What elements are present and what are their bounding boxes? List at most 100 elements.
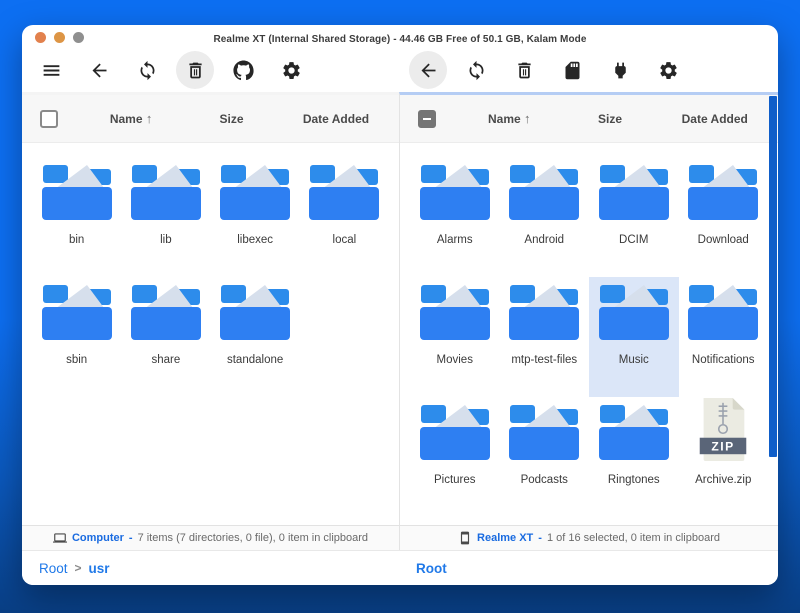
file-grid-device: Alarms Android DCIM Download Movies mtp-… <box>400 143 778 517</box>
file-item-Pictures[interactable]: Pictures <box>410 397 500 517</box>
status-device: Realme XT - 1 of 16 selected, 0 item in … <box>399 526 778 550</box>
file-item-Archive.zip[interactable]: ZIP Archive.zip <box>679 397 769 517</box>
file-item-Android[interactable]: Android <box>500 157 590 277</box>
select-all-checkbox-device[interactable] <box>418 110 436 128</box>
svg-text:ZIP: ZIP <box>712 439 735 453</box>
file-item-label: Movies <box>437 354 473 366</box>
breadcrumb-item-usr[interactable]: usr <box>89 561 110 576</box>
power-plug-icon <box>610 60 631 81</box>
window-title: Realme XT (Internal Shared Storage) - 44… <box>213 28 586 45</box>
github-icon <box>233 60 254 81</box>
file-item-standalone[interactable]: standalone <box>211 277 300 397</box>
toolbar-local <box>22 48 399 92</box>
file-item-label: Alarms <box>437 234 473 246</box>
file-item-label: local <box>333 234 357 246</box>
file-grid-local: bin lib libexec local sbin share standal… <box>22 143 399 397</box>
folder-icon <box>596 401 672 461</box>
toolbar <box>22 48 778 92</box>
select-all-checkbox[interactable] <box>40 110 58 128</box>
pane-device: Name ↑ Size Date Added Alarms Android DC… <box>399 92 778 525</box>
menu-button[interactable] <box>32 51 70 89</box>
folder-icon <box>417 401 493 461</box>
status-local: Computer - 7 items (7 directories, 0 fil… <box>22 526 399 550</box>
breadcrumb-device: Root <box>399 561 778 576</box>
status-summary: 1 of 16 selected, 0 item in clipboard <box>547 532 720 544</box>
gear-icon <box>658 60 679 81</box>
computer-link[interactable]: Computer <box>72 532 124 544</box>
file-item-Download[interactable]: Download <box>679 157 769 277</box>
file-item-lib[interactable]: lib <box>121 157 210 277</box>
folder-icon <box>128 161 204 221</box>
close-window-button[interactable] <box>35 32 46 43</box>
file-item-Music[interactable]: Music <box>589 277 679 397</box>
zip-file-icon: ZIP <box>697 401 749 461</box>
trash-icon <box>185 60 206 81</box>
refresh-button[interactable] <box>128 51 166 89</box>
breadcrumb-local: Root>usr <box>22 561 399 576</box>
delete-button[interactable] <box>176 51 214 89</box>
folder-icon <box>506 281 582 341</box>
file-item-bin[interactable]: bin <box>32 157 121 277</box>
file-item-DCIM[interactable]: DCIM <box>589 157 679 277</box>
refresh-button[interactable] <box>457 51 495 89</box>
desktop-background: Realme XT (Internal Shared Storage) - 44… <box>0 0 800 613</box>
file-item-sbin[interactable]: sbin <box>32 277 121 397</box>
column-header-size[interactable]: Size <box>569 112 652 126</box>
file-item-Ringtones[interactable]: Ringtones <box>589 397 679 517</box>
file-item-libexec[interactable]: libexec <box>211 157 300 277</box>
folder-icon <box>596 161 672 221</box>
settings-button[interactable] <box>272 51 310 89</box>
usb-button[interactable] <box>601 51 639 89</box>
file-item-label: Music <box>619 354 649 366</box>
device-link[interactable]: Realme XT <box>477 532 533 544</box>
folder-icon <box>506 161 582 221</box>
column-header-name[interactable]: Name ↑ <box>450 111 569 126</box>
folder-icon <box>596 281 672 341</box>
folder-icon <box>685 161 761 221</box>
file-item-local[interactable]: local <box>300 157 389 277</box>
file-item-label: Notifications <box>692 354 755 366</box>
column-header-date-added[interactable]: Date Added <box>273 112 399 126</box>
settings-button[interactable] <box>649 51 687 89</box>
delete-button[interactable] <box>505 51 543 89</box>
breadcrumb-item-root[interactable]: Root <box>39 561 68 576</box>
arrow-back-icon <box>89 60 110 81</box>
column-header-name[interactable]: Name ↑ <box>72 111 190 126</box>
status-summary: 7 items (7 directories, 0 file), 0 item … <box>138 532 368 544</box>
column-header-size[interactable]: Size <box>190 112 273 126</box>
statusbar: Computer - 7 items (7 directories, 0 fil… <box>22 525 778 551</box>
file-item-share[interactable]: share <box>121 277 210 397</box>
content-area: Name ↑ Size Date Added bin lib libexec l… <box>22 92 778 525</box>
file-item-label: Ringtones <box>608 474 660 486</box>
scrollbar-thumb[interactable] <box>769 96 777 457</box>
file-item-Alarms[interactable]: Alarms <box>410 157 500 277</box>
folder-icon <box>417 161 493 221</box>
file-item-label: standalone <box>227 354 283 366</box>
column-name-label: Name <box>110 112 143 126</box>
file-item-label: Archive.zip <box>695 474 751 486</box>
minimize-window-button[interactable] <box>54 32 65 43</box>
file-item-Movies[interactable]: Movies <box>410 277 500 397</box>
file-item-mtp-test-files[interactable]: mtp-test-files <box>500 277 590 397</box>
file-item-Podcasts[interactable]: Podcasts <box>500 397 590 517</box>
file-item-label: libexec <box>237 234 273 246</box>
column-header-date-added[interactable]: Date Added <box>652 112 778 126</box>
file-item-label: Pictures <box>434 474 476 486</box>
file-item-Notifications[interactable]: Notifications <box>679 277 769 397</box>
back-button[interactable] <box>409 51 447 89</box>
folder-icon <box>417 281 493 341</box>
file-item-label: mtp-test-files <box>511 354 577 366</box>
github-button[interactable] <box>224 51 262 89</box>
storage-button[interactable] <box>553 51 591 89</box>
sd-card-icon <box>562 60 583 81</box>
smartphone-icon <box>458 531 472 545</box>
refresh-icon <box>137 60 158 81</box>
back-button[interactable] <box>80 51 118 89</box>
status-dash: - <box>129 532 133 544</box>
breadcrumb-item-root[interactable]: Root <box>416 561 447 576</box>
file-item-label: Android <box>524 234 564 246</box>
maximize-window-button[interactable] <box>73 32 84 43</box>
pane-device-header: Name ↑ Size Date Added <box>400 95 778 143</box>
breadcrumb-bar: Root>usr Root <box>22 551 778 585</box>
file-item-label: share <box>151 354 180 366</box>
